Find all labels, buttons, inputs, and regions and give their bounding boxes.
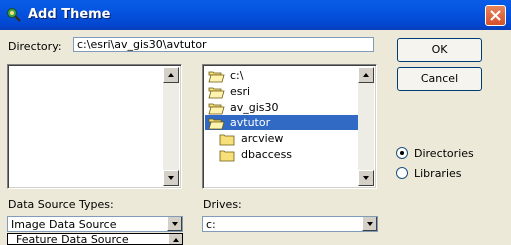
window-title: Add Theme (28, 7, 111, 22)
scroll-down-button[interactable] (163, 170, 179, 186)
open-folder-icon (208, 85, 225, 99)
title-bar: Add Theme (0, 0, 511, 30)
data-source-select[interactable]: Image Data Source (7, 216, 183, 232)
tree-item-dbaccess[interactable]: dbaccess (219, 147, 359, 163)
file-list[interactable] (7, 64, 182, 189)
arrow-up-icon (173, 238, 179, 242)
tree-item-label: avtutor (230, 116, 271, 129)
tree-item-esri[interactable]: esri (208, 84, 358, 100)
tree-item-av-gis30[interactable]: av_gis30 (208, 100, 358, 116)
open-folder-icon (208, 69, 225, 83)
search-globe-icon (6, 7, 22, 23)
tree-item-c-drive[interactable]: c:\ (208, 68, 358, 84)
dropdown-scroll-up-button[interactable] (168, 234, 182, 244)
directory-label: Directory: (8, 40, 62, 53)
tree-item-label: esri (230, 85, 251, 98)
scroll-down-button[interactable] (358, 170, 374, 186)
cancel-button[interactable]: Cancel (397, 67, 482, 91)
close-icon (490, 10, 501, 21)
ok-button[interactable]: OK (397, 38, 482, 62)
drives-select[interactable]: c: (202, 216, 378, 232)
tree-item-label: c:\ (230, 69, 244, 82)
directory-tree[interactable]: c:\ esri av_gis30 avtutor arcview dbacce… (202, 64, 377, 189)
folder-icon (219, 148, 236, 162)
directories-radio[interactable] (396, 147, 408, 159)
data-source-value: Image Data Source (11, 218, 117, 231)
tree-item-label: dbaccess (241, 148, 293, 161)
arrow-up-icon (363, 73, 369, 77)
close-button[interactable] (485, 5, 506, 26)
arrow-down-icon (168, 176, 174, 180)
folder-icon (219, 132, 236, 146)
libraries-label: Libraries (414, 167, 462, 180)
scroll-up-button[interactable] (358, 67, 374, 83)
tree-item-arcview[interactable]: arcview (219, 131, 359, 147)
directories-label: Directories (414, 147, 474, 160)
arrow-down-icon (363, 176, 369, 180)
open-folder-icon (208, 116, 225, 130)
directory-tree-scrollbar[interactable] (358, 67, 374, 186)
arrow-up-icon (168, 73, 174, 77)
file-list-scrollbar[interactable] (163, 67, 179, 186)
dropdown-option[interactable]: Feature Data Source (16, 234, 129, 244)
open-folder-icon (208, 101, 225, 115)
tree-item-avtutor[interactable]: avtutor (205, 115, 358, 130)
dropdown-arrow-icon[interactable] (167, 217, 182, 231)
drives-value: c: (206, 218, 216, 231)
drives-label: Drives: (203, 198, 242, 211)
libraries-radio[interactable] (396, 167, 408, 179)
directory-field[interactable]: c:\esri\av_gis30\avtutor (73, 37, 374, 52)
tree-item-label: av_gis30 (230, 101, 279, 114)
data-source-label: Data Source Types: (8, 198, 114, 211)
directory-value: c:\esri\av_gis30\avtutor (77, 38, 207, 51)
data-source-dropdown-list[interactable]: Feature Data Source (7, 233, 183, 245)
scroll-up-button[interactable] (163, 67, 179, 83)
tree-item-label: arcview (241, 132, 284, 145)
dropdown-arrow-icon[interactable] (362, 217, 377, 231)
